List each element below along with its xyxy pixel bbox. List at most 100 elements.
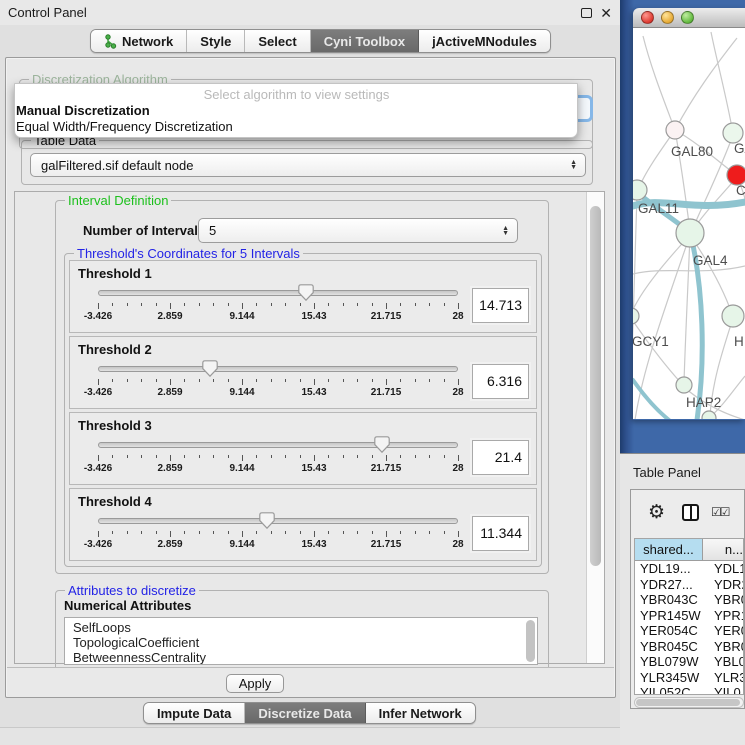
cell-shared-name[interactable]: YER054C: [635, 623, 711, 639]
column-header-shared-name[interactable]: shared...: [635, 539, 703, 560]
cell-shared-name[interactable]: YBL079W: [635, 654, 711, 670]
network-edge[interactable]: [633, 194, 637, 388]
slider-track[interactable]: [98, 290, 458, 296]
cell-shared-name[interactable]: YDL19...: [635, 561, 711, 577]
cell-name[interactable]: YDR2...: [711, 577, 743, 593]
cell-shared-name[interactable]: YBR045C: [635, 639, 711, 655]
network-window-titlebar[interactable]: [633, 8, 745, 28]
slider-thumb[interactable]: [202, 360, 218, 377]
attribute-item[interactable]: TopologicalCoefficient: [73, 635, 537, 650]
close-traffic-light[interactable]: [641, 11, 654, 24]
list-scrollbar[interactable]: [526, 620, 535, 662]
threshold-slider[interactable]: -3.4262.8599.14415.4321.71528: [98, 283, 474, 327]
threshold-value-field[interactable]: 21.4: [472, 440, 529, 475]
dropdown-placeholder-item[interactable]: Select algorithm to view settings: [15, 87, 577, 103]
network-node[interactable]: [633, 180, 647, 200]
horizontal-scrollbar-thumb[interactable]: [636, 699, 740, 706]
slider-tick-label: -3.426: [84, 463, 112, 474]
tab-select[interactable]: Select: [245, 30, 310, 52]
table-row[interactable]: YBL079WYBL0...: [635, 654, 743, 670]
table-row[interactable]: YBR045CYBR0...: [635, 639, 743, 655]
slider-track[interactable]: [98, 518, 458, 524]
tab-cyni-toolbox[interactable]: Cyni Toolbox: [311, 30, 419, 52]
column-header-name[interactable]: n...: [703, 539, 743, 560]
table-row[interactable]: YER054CYER0...: [635, 623, 743, 639]
table-row[interactable]: YDR27...YDR2...: [635, 577, 743, 593]
network-edge[interactable]: [633, 318, 682, 384]
threshold-value-field[interactable]: 6.316: [472, 364, 529, 399]
cell-shared-name[interactable]: YBR043C: [635, 592, 711, 608]
tab-style[interactable]: Style: [187, 30, 245, 52]
table-row[interactable]: YDL19...YDL1...: [635, 561, 743, 577]
vertical-scrollbar[interactable]: [586, 192, 604, 663]
cell-name[interactable]: YLR3...: [711, 670, 743, 686]
horizontal-scrollbar[interactable]: [634, 697, 744, 708]
numerical-attributes-list[interactable]: SelfLoopsTopologicalCoefficientBetweenne…: [64, 617, 538, 665]
cell-name[interactable]: YPR1...: [711, 608, 743, 624]
vertical-scrollbar-thumb[interactable]: [590, 206, 601, 566]
network-node[interactable]: [633, 308, 639, 324]
attribute-item[interactable]: BetweennessCentrality: [73, 650, 537, 665]
threshold-slider[interactable]: -3.4262.8599.14415.4321.71528: [98, 435, 474, 479]
slider-thumb[interactable]: [259, 512, 275, 529]
slider-thumb[interactable]: [374, 436, 390, 453]
close-icon[interactable]: ✕: [600, 8, 612, 18]
tab-infer-network[interactable]: Infer Network: [366, 703, 475, 723]
network-node[interactable]: [723, 123, 743, 143]
network-node[interactable]: [666, 121, 684, 139]
table-row[interactable]: YLR345WYLR3...: [635, 670, 743, 686]
network-edge[interactable]: [684, 235, 690, 383]
cell-name[interactable]: YBR0...: [711, 639, 743, 655]
gear-icon[interactable]: ⚙: [648, 501, 665, 524]
network-canvas[interactable]: GAL80GACGAL11GAL4GCY1HHAP2: [633, 28, 745, 419]
dropdown-item-manual[interactable]: Manual Discretization: [15, 103, 577, 119]
table-row[interactable]: YBR043CYBR0...: [635, 592, 743, 608]
tab-discretize-data[interactable]: Discretize Data: [245, 703, 365, 723]
network-edge[interactable]: [675, 38, 737, 130]
network-edge[interactable]: [643, 36, 675, 130]
cell-shared-name[interactable]: YLR345W: [635, 670, 711, 686]
network-node[interactable]: [676, 219, 704, 247]
cell-name[interactable]: YER0...: [711, 623, 743, 639]
slider-thumb[interactable]: [298, 284, 314, 301]
cell-name[interactable]: YIL0...: [711, 685, 743, 695]
select-columns-checkboxes-icon[interactable]: ☑☑: [711, 505, 729, 519]
network-view-window[interactable]: GAL80GACGAL11GAL4GCY1HHAP2: [633, 8, 745, 420]
cell-shared-name[interactable]: YPR145W: [635, 608, 711, 624]
node-table[interactable]: shared... n... YDL19...YDL1...YDR27...YD…: [634, 538, 744, 695]
float-window-icon[interactable]: [581, 8, 592, 18]
threshold-value-field[interactable]: 11.344: [472, 516, 529, 551]
cell-name[interactable]: YDL1...: [711, 561, 743, 577]
table-data-combo[interactable]: galFiltered.sif default node ▲▼: [30, 153, 586, 177]
network-node[interactable]: [702, 411, 716, 419]
table-row[interactable]: YIL052CYIL0...: [635, 685, 743, 695]
apply-button[interactable]: Apply: [226, 674, 284, 693]
slider-tick-label: 9.144: [229, 387, 254, 398]
threshold-slider[interactable]: -3.4262.8599.14415.4321.71528: [98, 359, 474, 403]
threshold-slider[interactable]: -3.4262.8599.14415.4321.71528: [98, 511, 474, 555]
attribute-item[interactable]: SelfLoops: [73, 620, 537, 635]
tab-impute-data[interactable]: Impute Data: [144, 703, 245, 723]
network-edge[interactable]: [633, 235, 690, 314]
tab-jactivemnodules[interactable]: jActiveMNodules: [419, 30, 550, 52]
network-node[interactable]: [727, 165, 745, 185]
slider-tick: [127, 303, 128, 306]
cell-name[interactable]: YBR0...: [711, 592, 743, 608]
tab-network[interactable]: Network: [91, 30, 187, 52]
slider-tick: [300, 379, 301, 382]
zoom-traffic-light[interactable]: [681, 11, 694, 24]
network-node[interactable]: [676, 377, 692, 393]
columns-icon[interactable]: [682, 504, 699, 521]
number-of-intervals-spinner[interactable]: 5 ▲▼: [198, 218, 518, 243]
slider-track[interactable]: [98, 366, 458, 372]
dropdown-item-equal-width[interactable]: Equal Width/Frequency Discretization: [15, 119, 577, 135]
cell-shared-name[interactable]: YDR27...: [635, 577, 711, 593]
cell-shared-name[interactable]: YIL052C: [635, 685, 711, 695]
slider-track[interactable]: [98, 442, 458, 448]
network-edge[interactable]: [639, 130, 675, 188]
cell-name[interactable]: YBL0...: [711, 654, 743, 670]
minimize-traffic-light[interactable]: [661, 11, 674, 24]
threshold-value-field[interactable]: 14.713: [472, 288, 529, 323]
table-row[interactable]: YPR145WYPR1...: [635, 608, 743, 624]
network-node[interactable]: [722, 305, 744, 327]
